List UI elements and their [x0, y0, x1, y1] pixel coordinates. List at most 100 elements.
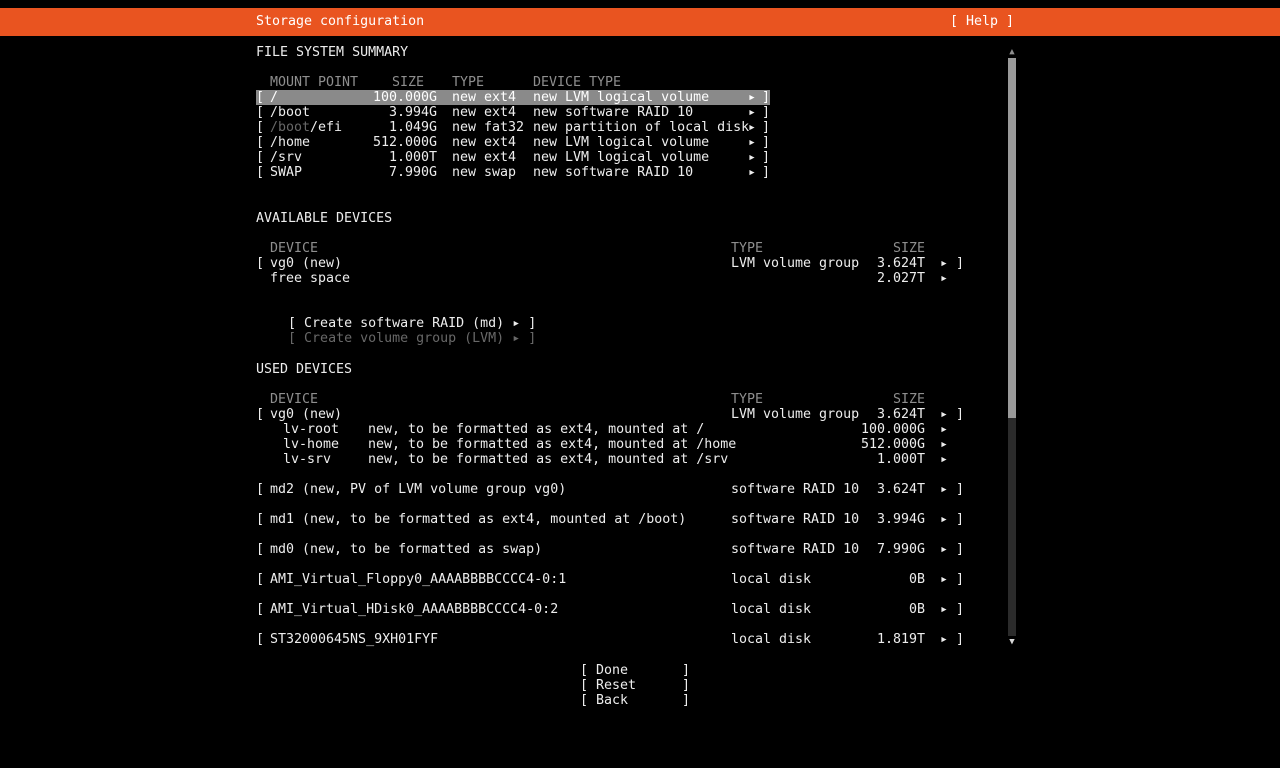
back-label: Back — [596, 693, 628, 708]
device-type: new partition of local disk — [533, 120, 749, 135]
used-column-headers: DEVICE TYPE SIZE — [256, 392, 288, 407]
fs-row-home[interactable]: [ /home 512.000G new ext4 new LVM logica… — [256, 135, 770, 150]
bracket-close: ] — [956, 407, 964, 422]
used-row-lv-root[interactable]: lv-root new, to be formatted as ext4, mo… — [256, 422, 964, 437]
bracket-open: [ — [256, 542, 264, 557]
used-row-lv-home[interactable]: lv-home new, to be formatted as ext4, mo… — [256, 437, 964, 452]
device-type: local disk — [731, 632, 811, 647]
col-type: TYPE — [731, 392, 763, 407]
fs-row-swap[interactable]: [ SWAP 7.990G new swap new software RAID… — [256, 165, 770, 180]
device-type: new LVM logical volume — [533, 90, 709, 105]
fs-row-root[interactable]: [ / 100.000G new ext4 new LVM logical vo… — [256, 90, 770, 105]
size-value: 100.000G — [357, 90, 437, 105]
row-menu-arrow-icon: ▸ — [940, 572, 948, 587]
used-row-virtual-hdisk[interactable]: [ AMI_Virtual_HDisk0_AAAABBBBCCCC4-0:2 l… — [256, 602, 964, 617]
device-name: AMI_Virtual_HDisk0_AAAABBBBCCCC4-0:2 — [270, 602, 558, 617]
row-menu-arrow-icon: ▸ — [748, 90, 756, 105]
row-menu-arrow-icon: ▸ — [940, 482, 948, 497]
device-name: vg0 (new) — [270, 407, 342, 422]
help-button[interactable]: [ Help ] — [950, 14, 1014, 29]
done-button[interactable]: [ Done ] — [580, 663, 692, 678]
mount-path: / — [270, 90, 278, 105]
used-row-md2[interactable]: [ md2 (new, PV of LVM volume group vg0) … — [256, 482, 964, 497]
used-row-lv-srv[interactable]: lv-srv new, to be formatted as ext4, mou… — [256, 452, 964, 467]
used-row-virtual-floppy[interactable]: [ AMI_Virtual_Floppy0_AAAABBBBCCCC4-0:1 … — [256, 572, 964, 587]
row-menu-arrow-icon: ▸ — [940, 256, 948, 271]
mount-prefix: /boot — [270, 120, 310, 135]
bracket-open: [ — [580, 663, 588, 678]
scroll-down-icon[interactable]: ▼ — [1006, 636, 1018, 648]
row-menu-arrow-icon: ▸ — [748, 150, 756, 165]
bracket-open: [ — [580, 678, 588, 693]
row-menu-arrow-icon: ▸ — [748, 165, 756, 180]
used-row-md1[interactable]: [ md1 (new, to be formatted as ext4, mou… — [256, 512, 964, 527]
available-row-free-space[interactable]: free space 2.027T ▸ — [256, 271, 964, 286]
bracket-close: ] — [762, 135, 770, 150]
scroll-up-icon[interactable]: ▲ — [1006, 46, 1018, 58]
bracket-close: ] — [956, 572, 964, 587]
mount-path: /boot — [270, 105, 310, 120]
device-type: local disk — [731, 602, 811, 617]
scrollbar[interactable]: ▲ ▼ — [1006, 46, 1018, 648]
row-menu-arrow-icon: ▸ — [940, 422, 948, 437]
bracket-close: ] — [682, 693, 690, 708]
mount-point: / — [270, 90, 278, 105]
storage-configuration-screen: Storage configuration [ Help ] FILE SYST… — [0, 0, 1280, 720]
used-row-vg0[interactable]: [ vg0 (new) LVM volume group 3.624T ▸ ] — [256, 407, 964, 422]
create-software-raid-button[interactable]: [Create software RAID (md)▸] — [256, 301, 536, 316]
used-row-md0[interactable]: [ md0 (new, to be formatted as swap) sof… — [256, 542, 964, 557]
fs-type: new ext4 — [452, 150, 516, 165]
lv-description: new, to be formatted as ext4, mounted at… — [368, 422, 704, 437]
device-type: local disk — [731, 572, 811, 587]
fs-type: new swap — [452, 165, 516, 180]
col-device: DEVICE — [270, 392, 318, 407]
row-menu-arrow-icon: ▸ — [748, 105, 756, 120]
size-value: 512.000G — [357, 135, 437, 150]
used-row-st32000645ns[interactable]: [ ST32000645NS_9XH01FYF local disk 1.819… — [256, 632, 964, 647]
mount-point: /boot — [270, 105, 310, 120]
bracket-close: ] — [762, 105, 770, 120]
bracket-open: [ — [256, 105, 264, 120]
back-button[interactable]: [ Back ] — [580, 693, 692, 708]
bracket-open: [ — [256, 632, 264, 647]
row-menu-arrow-icon: ▸ — [940, 542, 948, 557]
fs-row-boot[interactable]: [ /boot 3.994G new ext4 new software RAI… — [256, 105, 770, 120]
bracket-close: ] — [762, 120, 770, 135]
device-name: vg0 (new) — [270, 256, 342, 271]
bracket-open: [ — [256, 120, 264, 135]
size-value: 0B — [825, 572, 925, 587]
size-value: 512.000G — [825, 437, 925, 452]
bracket-open: [ — [256, 482, 264, 497]
bracket-open: [ — [288, 331, 296, 346]
bracket-open: [ — [256, 150, 264, 165]
size-value: 1.000T — [357, 150, 437, 165]
mount-point: /srv — [270, 150, 302, 165]
lv-description: new, to be formatted as ext4, mounted at… — [368, 437, 736, 452]
reset-label: Reset — [596, 678, 636, 693]
title-bar: Storage configuration [ Help ] — [0, 8, 1280, 36]
col-size: SIZE — [392, 75, 424, 90]
fs-row-srv[interactable]: [ /srv 1.000T new ext4 new LVM logical v… — [256, 150, 770, 165]
row-menu-arrow-icon: ▸ — [748, 135, 756, 150]
mount-path: /srv — [270, 150, 302, 165]
bracket-open: [ — [256, 602, 264, 617]
reset-button[interactable]: [ Reset ] — [580, 678, 692, 693]
lv-name: lv-home — [283, 437, 339, 452]
fs-type: new ext4 — [452, 105, 516, 120]
bracket-open: [ — [256, 512, 264, 527]
scrollbar-track[interactable] — [1008, 58, 1016, 636]
device-type: new LVM logical volume — [533, 150, 709, 165]
mount-path: /home — [270, 135, 310, 150]
fs-type: new ext4 — [452, 90, 516, 105]
available-row-vg0[interactable]: [ vg0 (new) LVM volume group 3.624T ▸ ] — [256, 256, 964, 271]
bracket-close: ] — [762, 90, 770, 105]
fs-summary-column-headers: MOUNT POINT SIZE TYPE DEVICE TYPE — [256, 75, 288, 90]
col-device-type: DEVICE TYPE — [533, 75, 621, 90]
bracket-close: ] — [528, 331, 536, 346]
lv-name: lv-srv — [283, 452, 331, 467]
bracket-open: [ — [256, 135, 264, 150]
available-column-headers: DEVICE TYPE SIZE — [256, 241, 288, 256]
col-mount-point: MOUNT POINT — [270, 75, 358, 90]
scrollbar-thumb[interactable] — [1008, 58, 1016, 418]
fs-row-boot-efi[interactable]: [ /boot/efi 1.049G new fat32 new partiti… — [256, 120, 770, 135]
